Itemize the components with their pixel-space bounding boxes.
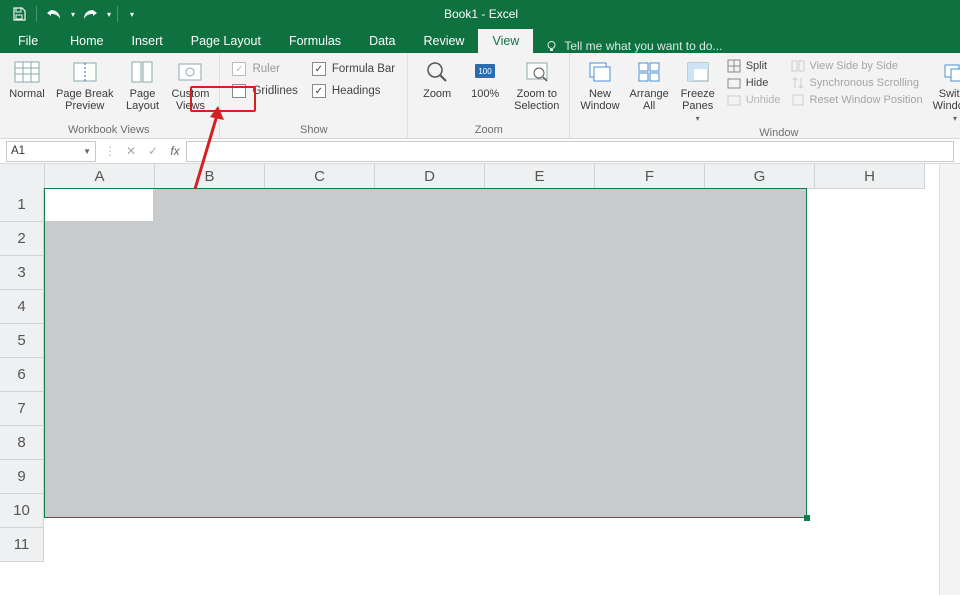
row-header-2[interactable]: 2 [0, 222, 44, 256]
tab-formulas[interactable]: Formulas [275, 29, 355, 53]
row-header-5[interactable]: 5 [0, 324, 44, 358]
zoom-icon [423, 58, 451, 86]
tell-me[interactable]: Tell me what you want to do... [545, 39, 722, 53]
lightbulb-icon [545, 40, 558, 53]
zoom-100-button[interactable]: 100 100% [462, 56, 508, 102]
fill-handle[interactable] [804, 515, 810, 521]
col-header-f[interactable]: F [595, 164, 705, 189]
redo-icon[interactable] [79, 3, 101, 25]
arrange-all-icon [635, 58, 663, 86]
quick-access-toolbar: ▾ ▾ ▾ [0, 3, 142, 25]
switch-windows-button[interactable]: Switch Windows ▾ [929, 56, 960, 125]
page-break-preview-button[interactable]: Page Break Preview [52, 56, 117, 114]
svg-text:100: 100 [478, 67, 492, 76]
group-show: ✓Ruler Gridlines ✓Formula Bar ✓Headings … [220, 53, 408, 138]
row-header-4[interactable]: 4 [0, 290, 44, 324]
side-by-side-icon [791, 59, 805, 73]
switch-windows-icon [941, 58, 960, 86]
reset-position-icon [791, 93, 805, 107]
arrange-all-button[interactable]: Arrange All [626, 56, 673, 114]
split-button[interactable]: Split [727, 59, 781, 73]
normal-button[interactable]: Normal [4, 56, 50, 102]
zoom-selection-icon [523, 58, 551, 86]
tab-file[interactable]: File [0, 29, 56, 53]
custom-views-button[interactable]: Custom Views [167, 56, 213, 114]
window-list-2: View Side by Side Synchronous Scrolling … [787, 56, 927, 107]
new-window-button[interactable]: New Window [576, 56, 623, 114]
group-window: New Window Arrange All Freeze Panes ▾ Sp… [570, 53, 960, 138]
sync-scroll-icon [791, 76, 805, 90]
select-all-corner[interactable] [0, 164, 45, 189]
headings-checkbox[interactable]: ✓Headings [312, 84, 395, 98]
row-header-3[interactable]: 3 [0, 256, 44, 290]
page-layout-icon [128, 58, 156, 86]
col-header-a[interactable]: A [45, 164, 155, 189]
row-header-9[interactable]: 9 [0, 460, 44, 494]
page-layout-button[interactable]: Page Layout [119, 56, 165, 114]
formula-bar-checkbox[interactable]: ✓Formula Bar [312, 62, 395, 76]
zoom-to-selection-button[interactable]: Zoom to Selection [510, 56, 563, 114]
selection-border [44, 188, 807, 518]
page-break-icon [71, 58, 99, 86]
window-list-1: Split Hide Unhide [723, 56, 785, 107]
chevron-down-icon[interactable]: ▼ [83, 147, 91, 156]
normal-icon [13, 58, 41, 86]
col-header-h[interactable]: H [815, 164, 925, 189]
unhide-button: Unhide [727, 93, 781, 107]
vertical-scrollbar[interactable] [939, 164, 960, 595]
tab-insert[interactable]: Insert [118, 29, 177, 53]
ruler-checkbox: ✓Ruler [232, 62, 297, 76]
row-header-7[interactable]: 7 [0, 392, 44, 426]
col-header-e[interactable]: E [485, 164, 595, 189]
name-box[interactable]: A1 ▼ [6, 141, 96, 162]
row-header-11[interactable]: 11 [0, 528, 44, 562]
row-header-10[interactable]: 10 [0, 494, 44, 528]
tab-data[interactable]: Data [355, 29, 409, 53]
formula-bar: A1 ▼ ⋮ ✕ ✓ fx [0, 139, 960, 164]
group-zoom: Zoom 100 100% Zoom to Selection Zoom [408, 53, 570, 138]
group-workbook-views: Normal Page Break Preview Page Layout Cu… [0, 53, 220, 138]
col-header-d[interactable]: D [375, 164, 485, 189]
enter-icon: ✓ [142, 141, 164, 161]
redo-dropdown-icon[interactable]: ▾ [107, 10, 111, 19]
col-header-g[interactable]: G [705, 164, 815, 189]
reset-window-position-button: Reset Window Position [791, 93, 923, 107]
freeze-panes-button[interactable]: Freeze Panes ▾ [675, 56, 721, 125]
undo-dropdown-icon[interactable]: ▾ [71, 10, 75, 19]
row-header-1[interactable]: 1 [0, 188, 44, 222]
zoom-button[interactable]: Zoom [414, 56, 460, 102]
qat-customize-icon[interactable]: ▾ [130, 10, 134, 19]
hide-icon [727, 76, 741, 90]
undo-icon[interactable] [43, 3, 65, 25]
save-icon[interactable] [8, 3, 30, 25]
hide-button[interactable]: Hide [727, 76, 781, 90]
row-header-8[interactable]: 8 [0, 426, 44, 460]
window-title: Book1 - Excel [142, 7, 820, 21]
split-icon [727, 59, 741, 73]
new-window-icon [586, 58, 614, 86]
row-header-6[interactable]: 6 [0, 358, 44, 392]
tab-page-layout[interactable]: Page Layout [177, 29, 275, 53]
worksheet[interactable]: A B C D E F G H 1 2 3 4 5 6 7 8 9 10 11 [0, 164, 960, 595]
col-header-b[interactable]: B [155, 164, 265, 189]
zoom-100-icon: 100 [471, 58, 499, 86]
unhide-icon [727, 93, 741, 107]
title-bar: ▾ ▾ ▾ Book1 - Excel [0, 0, 960, 28]
fx-icon[interactable]: fx [164, 141, 186, 161]
cancel-icon: ✕ [120, 141, 142, 161]
formula-input[interactable] [186, 141, 954, 162]
tab-home[interactable]: Home [56, 29, 117, 53]
ribbon: Normal Page Break Preview Page Layout Cu… [0, 53, 960, 139]
tab-review[interactable]: Review [409, 29, 478, 53]
tab-view[interactable]: View [478, 29, 533, 53]
custom-views-icon [176, 58, 204, 86]
sync-scrolling-button: Synchronous Scrolling [791, 76, 923, 90]
gridlines-checkbox[interactable]: Gridlines [232, 84, 297, 98]
freeze-panes-icon [684, 58, 712, 86]
ribbon-tabs: File Home Insert Page Layout Formulas Da… [0, 28, 960, 53]
view-side-by-side-button: View Side by Side [791, 59, 923, 73]
col-header-c[interactable]: C [265, 164, 375, 189]
